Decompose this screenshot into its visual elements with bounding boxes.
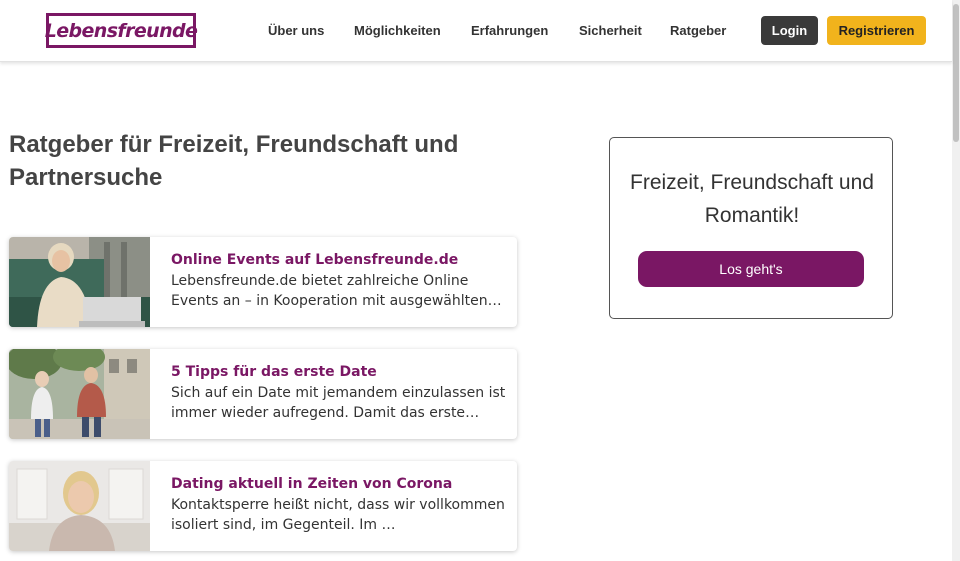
nav-item-sicherheit[interactable]: Sicherheit (579, 23, 642, 38)
nav-item-ratgeber[interactable]: Ratgeber (670, 23, 726, 38)
page-title: Ratgeber für Freizeit, Freundschaft und … (9, 131, 459, 191)
register-button[interactable]: Registrieren (827, 16, 926, 45)
article-title[interactable]: Online Events auf Lebensfreunde.de (171, 252, 507, 268)
article-excerpt: Lebensfreunde.de bietet zahlreiche Onlin… (171, 273, 488, 309)
login-button[interactable]: Login (761, 16, 818, 45)
page-scrollbar-thumb[interactable] (953, 4, 959, 142)
smiling-blonde-woman-photo (9, 461, 150, 551)
article-card-erstes-date[interactable]: 5 Tipps für das erste Date Sich auf ein … (9, 349, 517, 439)
article-title[interactable]: 5 Tipps für das erste Date (171, 364, 507, 380)
cta-heading: Freizeit, Freundschaft und Romantik! (630, 171, 874, 227)
article-image[interactable] (9, 349, 150, 439)
logo-text: Lebensfreunde (44, 19, 198, 42)
woman-on-sofa-with-laptop-photo (9, 237, 150, 327)
site-logo[interactable]: Lebensfreunde (44, 13, 198, 48)
article-excerpt: Kontaktsperre heißt nicht, dass wir voll… (171, 497, 505, 533)
article-image[interactable] (9, 237, 150, 327)
nav-item-ueber-uns[interactable]: Über uns (268, 23, 324, 38)
article-excerpt: Sich auf ein Date mit jemandem einzulass… (171, 385, 506, 421)
nav-item-moeglichkeiten[interactable]: Möglichkeiten (354, 23, 441, 38)
senior-couple-walking-photo (9, 349, 150, 439)
site-header: Lebensfreunde Über uns Möglichkeiten Erf… (0, 0, 952, 62)
get-started-button[interactable]: Los geht's (638, 251, 864, 287)
article-title[interactable]: Dating aktuell in Zeiten von Corona (171, 476, 507, 492)
article-image[interactable] (9, 461, 150, 551)
article-card-corona-dating[interactable]: Dating aktuell in Zeiten von Corona Kont… (9, 461, 517, 551)
article-card-online-events[interactable]: Online Events auf Lebensfreunde.de Leben… (9, 237, 517, 327)
nav-item-erfahrungen[interactable]: Erfahrungen (471, 23, 548, 38)
signup-cta-box: Freizeit, Freundschaft und Romantik! Los… (609, 137, 893, 319)
